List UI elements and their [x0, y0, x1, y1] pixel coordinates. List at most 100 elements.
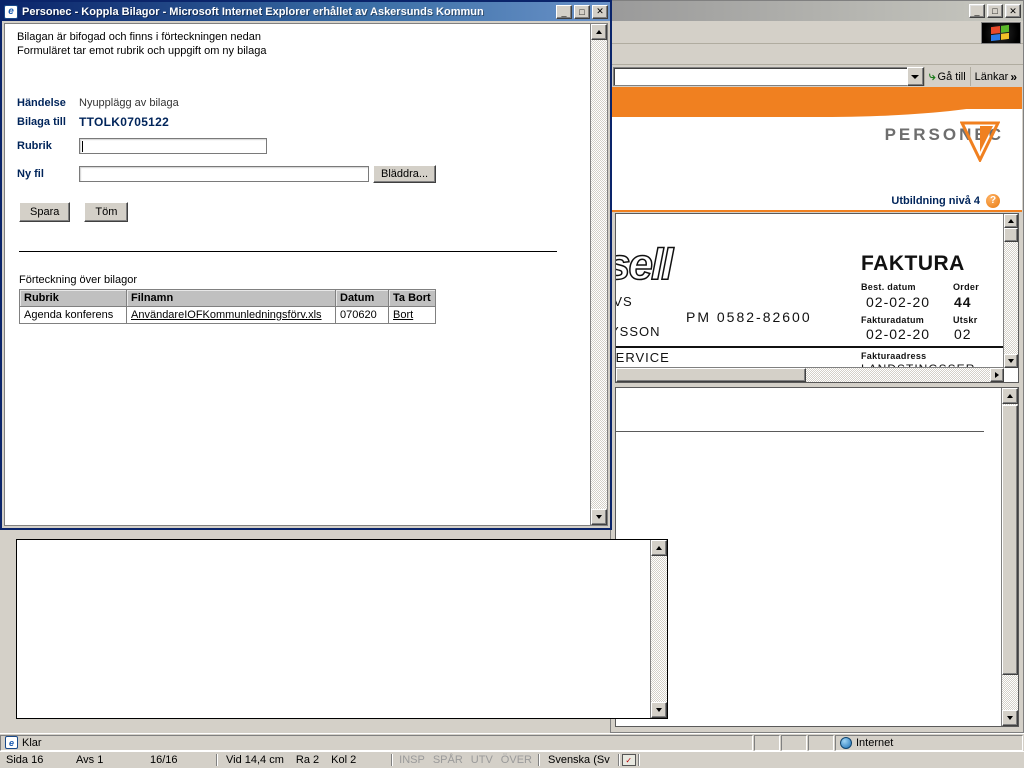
attachment-form-document: Bilagan är bifogad och finns i förteckni… [5, 24, 590, 525]
invoice-hscroll-thumb[interactable] [616, 368, 806, 382]
column-header-rubrik: Rubrik [19, 289, 127, 307]
invoice-scroll-thumb[interactable] [1004, 228, 1018, 242]
maximize-button[interactable]: □ [574, 4, 590, 19]
links-label: Länkar [974, 70, 1009, 83]
content-vertical-scrollbar[interactable] [1001, 388, 1018, 726]
background-address-bar[interactable]: ⤷ Gå till Länkar » [611, 65, 1023, 88]
attachment-form-fields: Händelse Nyupplägg av bilaga Bilaga till… [17, 94, 437, 188]
save-button[interactable]: Spara [19, 202, 71, 222]
word-scroll-down-button[interactable] [651, 702, 667, 718]
invoice-line-2: YSSON [616, 324, 661, 339]
invoice-line-1: rVS [616, 294, 633, 309]
spellcheck-icon[interactable]: ✓ [621, 754, 636, 766]
background-maximize-button[interactable]: □ [987, 4, 1003, 18]
invoice-image-pane[interactable]: sell rVS PM 0582-82600 YSSON SERVICE FAK… [615, 213, 1019, 383]
word-mode-spar[interactable]: SPÅR [429, 754, 467, 766]
address-dropdown-button[interactable] [906, 67, 924, 86]
word-section-indicator: Avs 1 [76, 754, 104, 766]
invoice-field-label-fakturaadress: Fakturaadress [861, 351, 927, 361]
background-browser-window[interactable]: _ □ ✕ ⤷ Gå till Länkar » PERSONEC Utbild… [610, 0, 1024, 733]
word-status-bar: Sida 16 Avs 1 16/16 Vid 14,4 cm Ra 2 Kol… [0, 751, 1024, 768]
label-handelse: Händelse [17, 97, 66, 109]
help-icon[interactable]: ? [986, 194, 1000, 208]
label-bilaga-till: Bilaga till [17, 116, 66, 128]
word-page[interactable] [16, 539, 668, 719]
triangle-down-icon [1007, 716, 1013, 720]
form-scroll-down-button[interactable] [591, 509, 607, 525]
word-vertical-scrollbar[interactable] [650, 540, 667, 718]
intro-line-2: Formuläret tar emot rubrik och uppgift o… [17, 45, 267, 57]
invoice-field-value-fakturadatum: 02-02-20 [866, 326, 931, 342]
address-input[interactable] [613, 67, 907, 86]
field-row-rubrik: Rubrik [17, 132, 436, 160]
invoice-scroll-right-button[interactable] [990, 368, 1004, 382]
word-scroll-up-button[interactable] [651, 540, 667, 556]
word-page-of-indicator: 16/16 [150, 754, 178, 766]
invoice-field-label-fakturadatum: Fakturadatum [861, 315, 925, 325]
invoice-horizontal-scrollbar[interactable] [616, 367, 1004, 382]
status-text-cell: e Klar [0, 734, 753, 751]
table-row: Agenda konferens AnvändareIOFKommunledni… [19, 306, 436, 324]
triangle-up-icon [656, 546, 662, 550]
invoice-scroll-down-button[interactable] [1004, 354, 1018, 368]
minimize-button[interactable]: _ [556, 4, 572, 19]
background-content-pane[interactable] [615, 387, 1019, 727]
window-controls[interactable]: _ □ ✕ [554, 4, 608, 19]
attachment-table: Rubrik Filnamn Datum Ta Bort Agenda konf… [19, 289, 436, 324]
form-action-buttons: Spara Töm [19, 202, 129, 222]
word-mode-utv[interactable]: UTV [467, 754, 497, 766]
window-titlebar[interactable]: e Personec - Koppla Bilagor - Microsoft … [2, 2, 610, 21]
browser-status-bar: e Klar Internet [0, 733, 1024, 751]
personec-footer: Utbildning nivå 4 ? [891, 194, 1000, 208]
chevron-down-icon [911, 74, 920, 79]
invoice-scroll-up-button[interactable] [1004, 214, 1018, 228]
word-column-indicator: Kol 2 [331, 754, 357, 766]
content-scroll-up-button[interactable] [1002, 388, 1018, 404]
label-ny-fil: Ny fil [17, 168, 44, 180]
attachment-file-link[interactable]: AnvändareIOFKommunledningsförv.xls [131, 309, 322, 321]
content-scroll-down-button[interactable] [1002, 710, 1018, 726]
rubrik-input[interactable] [79, 138, 267, 154]
form-vertical-scrollbar[interactable] [590, 24, 607, 525]
field-row-handelse: Händelse Nyupplägg av bilaga [17, 94, 436, 112]
koppla-bilagor-window[interactable]: e Personec - Koppla Bilagor - Microsoft … [0, 0, 612, 530]
personec-divider [612, 210, 1022, 212]
ny-fil-input[interactable] [79, 166, 369, 182]
background-menu-bar[interactable] [611, 21, 1023, 44]
background-close-button[interactable]: ✕ [1005, 4, 1021, 18]
delete-attachment-link[interactable]: Bort [393, 309, 413, 321]
invoice-vertical-scrollbar[interactable] [1003, 214, 1018, 368]
word-line-indicator: Ra 2 [295, 754, 320, 766]
word-page-indicator: Sida 16 [6, 754, 44, 766]
status-separator-2 [391, 754, 394, 766]
status-separator-3 [537, 754, 540, 766]
word-mode-over[interactable]: ÖVER [497, 754, 536, 766]
security-zone-label: Internet [856, 736, 894, 749]
content-scroll-thumb[interactable] [1002, 405, 1018, 675]
links-button[interactable]: Länkar » [969, 67, 1021, 86]
internet-explorer-icon: e [5, 736, 18, 749]
background-minimize-button[interactable]: _ [969, 4, 985, 18]
triangle-down-icon [596, 515, 602, 519]
background-toolbar[interactable] [611, 44, 1023, 65]
word-document-area[interactable] [0, 528, 668, 734]
word-mode-insp[interactable]: INSP [395, 754, 429, 766]
triangle-up-icon [596, 30, 602, 34]
invoice-field-label-utskr: Utskr [953, 315, 978, 325]
security-zone-cell[interactable]: Internet [835, 734, 1023, 751]
form-scroll-up-button[interactable] [591, 24, 607, 40]
invoice-line-3: SERVICE [616, 350, 670, 365]
screen: _ □ ✕ ⤷ Gå till Länkar » PERSONEC Utbild… [0, 0, 1024, 768]
clear-button[interactable]: Töm [84, 202, 129, 222]
background-window-titlebar[interactable]: _ □ ✕ [611, 1, 1023, 21]
field-row-bilaga-till: Bilaga till TTOLK0705122 [17, 112, 436, 132]
personec-page-header: PERSONEC Utbildning nivå 4 ? [612, 87, 1022, 212]
status-separator-1 [216, 754, 218, 766]
close-button[interactable]: ✕ [592, 4, 608, 19]
word-language-indicator[interactable]: Svenska (Sv [542, 754, 616, 766]
browse-button[interactable]: Bläddra... [373, 165, 437, 183]
go-button[interactable]: ⤷ Gå till [923, 67, 970, 86]
cell-rubrik: Agenda konferens [19, 306, 127, 324]
invoice-image: sell rVS PM 0582-82600 YSSON SERVICE FAK… [616, 214, 1004, 368]
window-client-area: Bilagan är bifogad och finns i förteckni… [4, 23, 608, 526]
